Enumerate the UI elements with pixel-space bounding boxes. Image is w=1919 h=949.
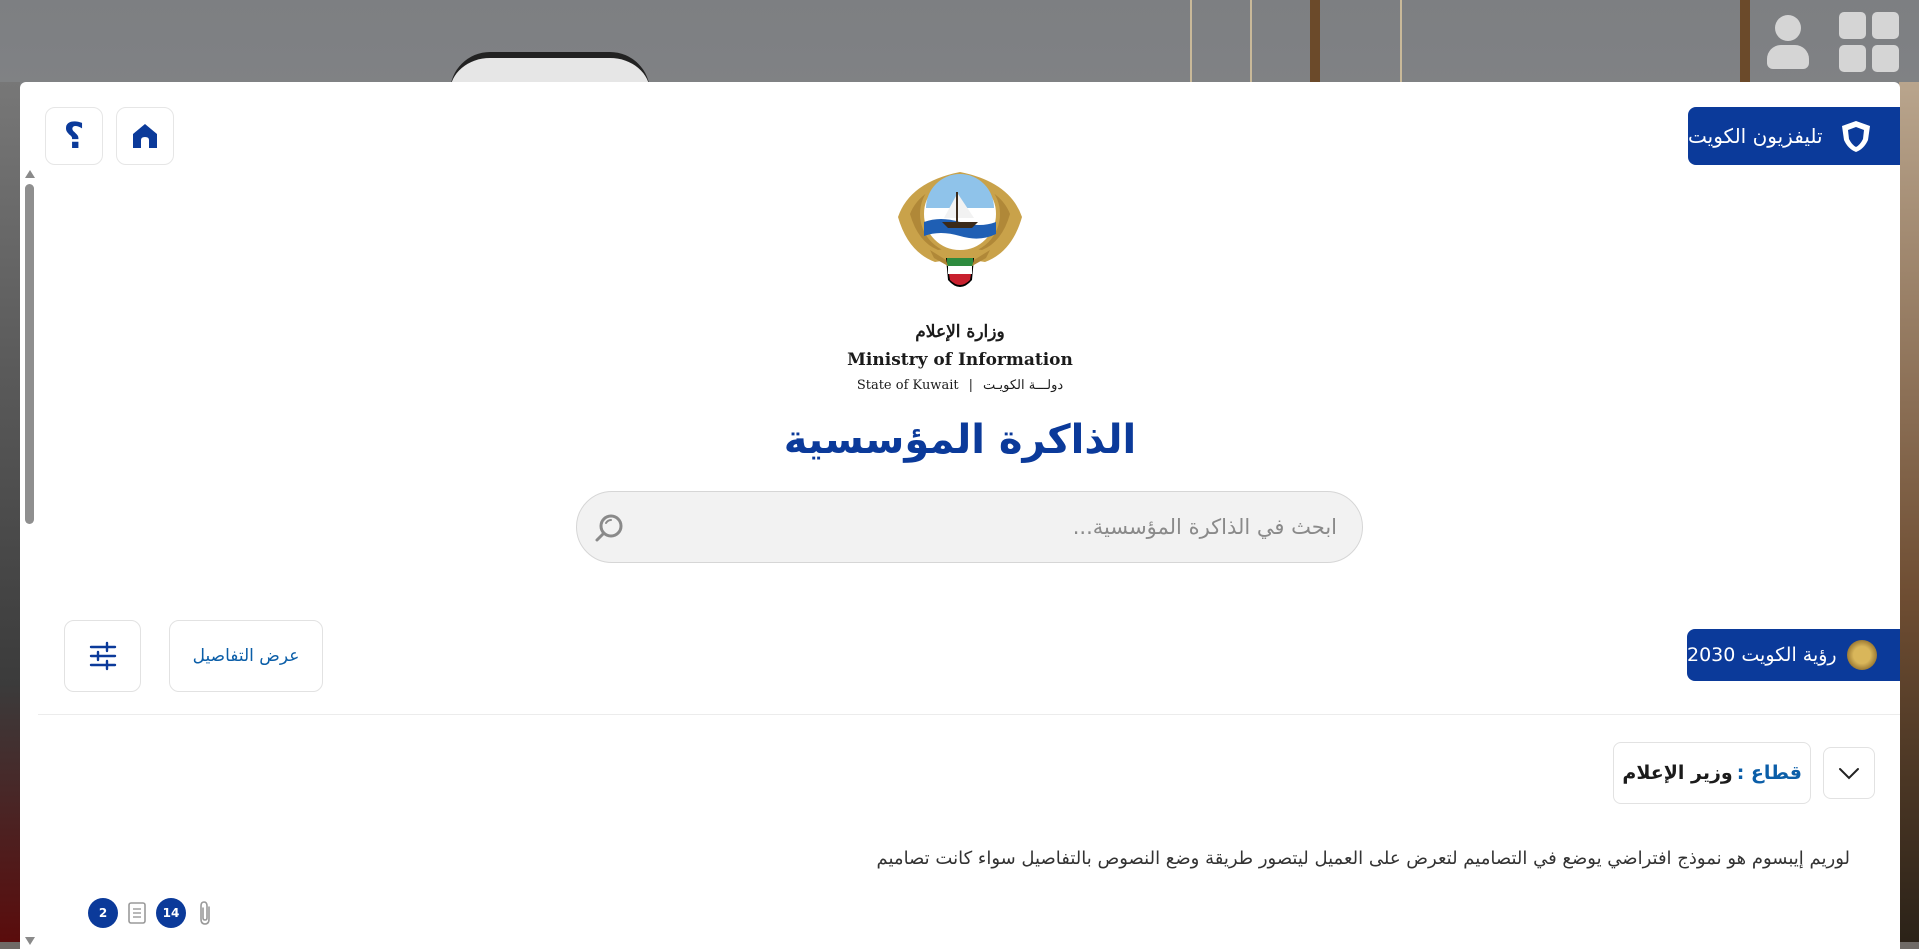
sliders-icon — [89, 641, 116, 671]
shield-icon — [1837, 117, 1875, 155]
background-photo — [1400, 0, 1402, 82]
page-title: الذاكرة المؤسسية — [783, 417, 1137, 463]
kuwait-tv-tab[interactable]: تليفزيون الكويت — [1688, 107, 1900, 165]
search-input[interactable] — [637, 492, 1337, 562]
help-button[interactable]: ؟ — [45, 107, 103, 165]
view-details-button[interactable]: عرض التفاصيل — [169, 620, 323, 692]
state-name-english: State of Kuwait — [856, 378, 959, 393]
ministry-name-arabic: وزارة الإعلام — [915, 322, 1005, 342]
background-photo — [1310, 0, 1320, 82]
vision-emblem-icon — [1846, 640, 1877, 670]
search-icon[interactable] — [593, 511, 627, 545]
apps-grid-icon[interactable] — [1839, 12, 1899, 72]
ministry-name-english: Ministry of Information — [847, 350, 1073, 370]
state-of-kuwait-line: State of Kuwait | دولـــة الكويـت — [20, 378, 1900, 393]
search-box — [576, 491, 1363, 563]
sector-chip[interactable]: قطاع : وزير الإعلام — [1613, 742, 1811, 804]
item-description: لوريم إيبسوم هو نموذج افتراضي يوضع في ال… — [876, 848, 1850, 869]
main-panel: تليفزيون الكويت ؟ وزارة الإعلام Ministry… — [20, 82, 1900, 949]
background-photo — [1250, 0, 1252, 82]
sector-value: وزير الإعلام — [1622, 762, 1733, 784]
home-button[interactable] — [116, 107, 174, 165]
sector-label: قطاع : — [1736, 762, 1802, 784]
kuwait-tv-label: تليفزيون الكويت — [1688, 124, 1823, 148]
kuwait-emblem-icon — [898, 172, 1022, 287]
scroll-down-arrow-icon[interactable] — [25, 937, 35, 945]
section-divider — [38, 714, 1900, 715]
state-name-arabic: دولـــة الكويـت — [982, 378, 1064, 393]
user-icon[interactable] — [1765, 13, 1809, 71]
document-icon[interactable] — [124, 899, 150, 927]
background-photo — [1899, 82, 1919, 942]
background-photo — [1190, 0, 1192, 82]
chevron-down-icon — [1839, 768, 1859, 780]
vision-label: رؤية الكويت 2030 — [1687, 644, 1837, 666]
paperclip-icon[interactable] — [192, 899, 218, 927]
help-icon: ؟ — [63, 115, 85, 157]
background-photo — [0, 82, 20, 942]
sector-expand-button[interactable] — [1823, 747, 1875, 799]
state-separator: | — [968, 378, 973, 393]
item-meta-row: 2 14 — [88, 898, 218, 928]
documents-count-badge: 2 — [88, 898, 118, 928]
filter-button[interactable] — [64, 620, 141, 692]
top-bar — [1765, 12, 1899, 72]
attachments-count-badge: 14 — [156, 898, 186, 928]
kuwait-vision-2030-tab[interactable]: رؤية الكويت 2030 — [1687, 629, 1900, 681]
home-icon — [133, 124, 157, 148]
background-photo — [1740, 0, 1750, 82]
